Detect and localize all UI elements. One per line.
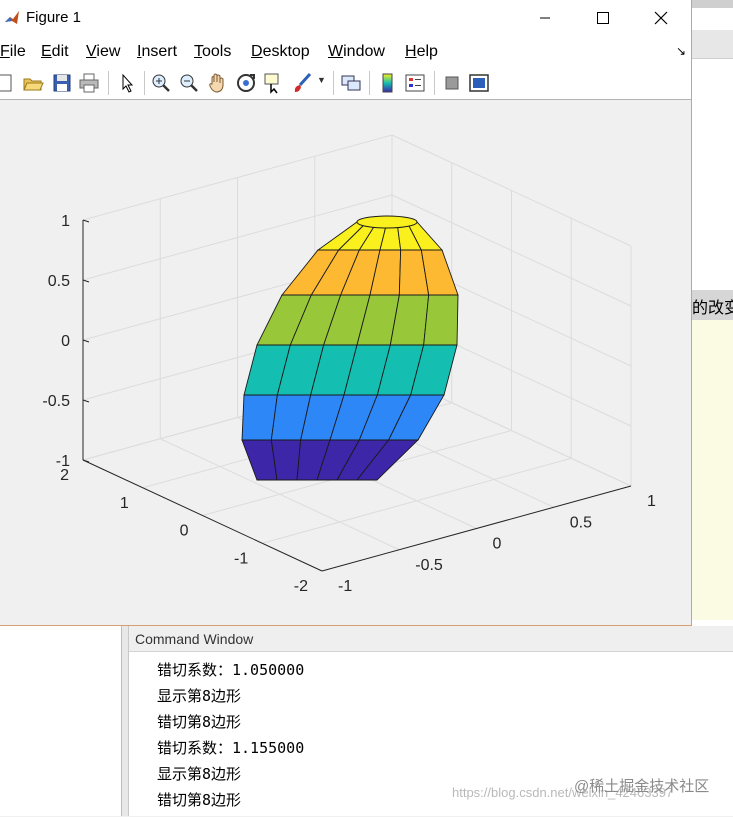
surface-top-cap: [356, 215, 418, 229]
menu-tools[interactable]: Tools: [194, 43, 231, 61]
z-tick-mark: [82, 219, 90, 223]
x-tick-label: 0.5: [570, 514, 592, 531]
show-plot-tools-icon[interactable]: [468, 72, 490, 94]
menu-desktop[interactable]: Desktop: [251, 43, 310, 61]
z-tick-mark: [82, 399, 90, 403]
menu-insert[interactable]: Insert: [137, 43, 177, 61]
x-tick-label: -0.5: [415, 557, 443, 574]
surface-face: [270, 439, 302, 481]
figure-toolbar: ▼: [0, 66, 691, 100]
window-title: Figure 1: [26, 9, 82, 26]
background-editor: [692, 320, 733, 620]
pan-icon[interactable]: [206, 72, 228, 94]
toolbar-separator: [434, 71, 435, 95]
z-tick-label: 0: [61, 333, 70, 350]
y-tick-label: -2: [294, 578, 308, 595]
y-tick-label: -1: [234, 550, 248, 567]
maximize-button[interactable]: [580, 0, 626, 36]
title-bar[interactable]: Figure 1: [0, 0, 691, 36]
background-toolbar: [692, 30, 733, 59]
save-icon[interactable]: [51, 72, 73, 94]
z-tick-label: 0.5: [48, 273, 70, 290]
pointer-icon[interactable]: [116, 72, 138, 94]
command-output-line: 错切第8边形: [157, 713, 242, 731]
print-icon[interactable]: [78, 72, 100, 94]
minimize-icon: [540, 17, 550, 19]
x-tick-label: 0: [493, 536, 502, 553]
z-tick-mark: [82, 279, 90, 283]
toolbar-separator: [144, 71, 145, 95]
toolbar-separator: [108, 71, 109, 95]
y-tick-label: 0: [180, 523, 189, 540]
axes-3d[interactable]: 10.50-0.5-1210-1-2 -1-0.500.51: [0, 100, 691, 625]
background-partial-text: 的改变: [692, 298, 733, 317]
watermark-brand: @稀土掘金技术社区: [574, 778, 710, 795]
figure-window[interactable]: Figure 1 File Edit View Insert Tools Des…: [0, 0, 692, 626]
z-tick-label: 1: [61, 213, 70, 230]
colorbar-icon[interactable]: [377, 72, 399, 94]
surface-face: [423, 294, 459, 346]
plot-area[interactable]: 1 0.5 0 -0.5 -1 2 1 0 -1 -2 -1 -0.5 0 0.5 1: [0, 100, 691, 625]
menu-view[interactable]: View: [86, 43, 120, 61]
zoom-out-icon[interactable]: [178, 72, 200, 94]
brush-dropdown-icon[interactable]: ▼: [317, 75, 326, 85]
z-tick-label: -0.5: [42, 393, 70, 410]
menu-help[interactable]: Help: [405, 43, 438, 61]
x-tick-label: 1: [647, 493, 656, 510]
zoom-in-icon[interactable]: [150, 72, 172, 94]
matlab-logo-icon: [5, 11, 19, 24]
legend-icon[interactable]: [404, 72, 426, 94]
toolbar-separator: [369, 71, 370, 95]
z-tick-mark: [82, 339, 90, 343]
dock-arrow-icon[interactable]: ↘: [676, 44, 686, 58]
command-output-line: 错切系数：1.155000: [157, 739, 305, 757]
x-tick-label: -1: [338, 578, 352, 595]
toolbar-separator: [333, 71, 334, 95]
ellipsoid-surface: [241, 215, 459, 481]
hide-plot-tools-icon[interactable]: [441, 72, 463, 94]
menu-file[interactable]: File: [0, 43, 26, 61]
new-figure-icon[interactable]: [0, 72, 16, 94]
menu-window[interactable]: Window: [328, 43, 385, 61]
minimize-button[interactable]: [522, 0, 568, 36]
close-button[interactable]: [638, 0, 684, 36]
link-plot-icon[interactable]: [340, 72, 362, 94]
menu-edit[interactable]: Edit: [41, 43, 69, 61]
background-band: [692, 0, 733, 8]
data-cursor-icon[interactable]: [263, 72, 285, 94]
command-window-title: Command Window: [129, 626, 733, 652]
brush-icon[interactable]: [291, 72, 313, 94]
rotate-3d-icon[interactable]: [235, 72, 257, 94]
command-output-line: 显示第8边形: [157, 687, 242, 705]
y-tick-label: 1: [120, 495, 129, 512]
close-icon: [654, 11, 668, 25]
y-tick-label: 2: [60, 467, 69, 484]
open-file-icon[interactable]: [22, 72, 44, 94]
current-folder-panel: [0, 626, 122, 816]
command-output-line: 错切系数：1.050000: [157, 661, 305, 679]
menu-bar: File Edit View Insert Tools Desktop Wind…: [0, 36, 691, 66]
maximize-icon: [597, 12, 609, 24]
